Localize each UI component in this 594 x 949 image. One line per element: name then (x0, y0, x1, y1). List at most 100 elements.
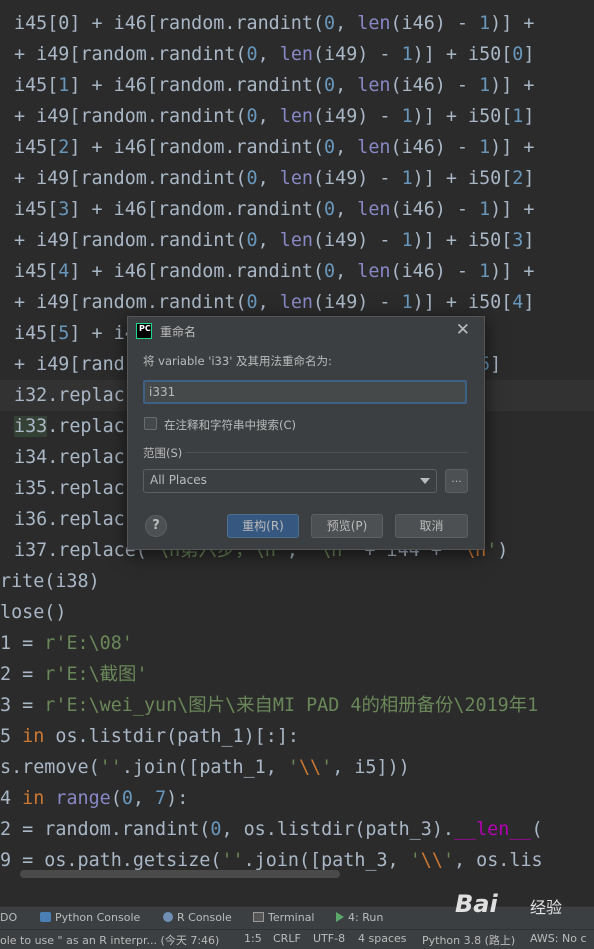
code-token: len (279, 292, 313, 313)
code-token: (i46) - (390, 199, 480, 220)
code-token: random.randint( (157, 199, 325, 220)
code-token: + i49[ (14, 292, 81, 313)
file-encoding[interactable]: UTF-8 (313, 932, 345, 945)
code-token: )] + i50[ (412, 292, 513, 313)
code-line[interactable]: 2 = r'E:\截图' (0, 659, 148, 690)
code-token: 1 (401, 230, 413, 251)
code-token: 0 (512, 44, 524, 65)
code-line[interactable]: i45[3] + i46[random.randint(0, len(i46) … (14, 194, 534, 225)
code-token: '' (221, 850, 244, 871)
code-token: random.randint( (157, 261, 325, 282)
code-token: 3 = (0, 695, 45, 716)
tab-run[interactable]: 4: Run (336, 911, 383, 924)
code-token: .join([path_1, (121, 757, 288, 778)
tool-window-bar: DO Python Console R Console Terminal 4: … (0, 906, 594, 929)
scope-divider (186, 452, 468, 453)
code-line[interactable]: 5 in os.listdir(path_1)[:]: (0, 721, 299, 752)
code-token: random.randint( (157, 13, 325, 34)
code-line[interactable]: + i49[random.randint(0, len(i49) - 1)] +… (14, 287, 534, 318)
code-token: 1 (401, 292, 413, 313)
code-token: 1 (479, 137, 491, 158)
search-comments-checkbox[interactable] (144, 417, 157, 430)
code-line[interactable]: 1 = r'E:\08' (0, 628, 133, 659)
code-token: , (335, 261, 358, 282)
code-token: ] (523, 106, 535, 127)
code-token: '' (99, 757, 122, 778)
code-token: 0 (210, 819, 222, 840)
code-line[interactable]: i45[2] + i46[random.randint(0, len(i46) … (14, 132, 534, 163)
code-token: )] + i50[ (412, 168, 513, 189)
code-token: 0 (324, 13, 336, 34)
code-token: lose() (0, 602, 67, 623)
scope-select[interactable]: All Places (143, 469, 437, 493)
code-line[interactable]: rite(i38) (0, 566, 100, 597)
code-token: len (279, 44, 313, 65)
code-line[interactable]: + i49[random.randint(0, len(i49) - 1)] +… (14, 163, 534, 194)
rename-prompt: 将 variable 'i33' 及其用法重命名为: (143, 354, 332, 368)
help-button[interactable]: ? (145, 515, 167, 537)
cancel-button[interactable]: 取消 (395, 514, 468, 538)
dialog-title-bar[interactable]: PC 重命名 ✕ (128, 317, 484, 345)
line-separator[interactable]: CRLF (273, 932, 301, 945)
code-token: len (279, 106, 313, 127)
code-line[interactable]: s.remove(''.join([path_1, '\\', i5])) (0, 752, 410, 783)
horizontal-scrollbar[interactable] (20, 870, 340, 878)
new-name-input[interactable] (143, 380, 467, 404)
code-token: random.randint( (157, 75, 325, 96)
code-token: , (335, 13, 358, 34)
run-icon (336, 912, 344, 922)
code-token: i33 (14, 416, 48, 437)
preview-button[interactable]: 预览(P) (311, 514, 383, 538)
python-interpreter[interactable]: Python 3.8 (路上) (422, 932, 515, 948)
code-line[interactable]: i45[1] + i46[random.randint(0, len(i46) … (14, 70, 534, 101)
code-line[interactable]: 2 = random.randint(0, os.listdir(path_3)… (0, 814, 543, 845)
tab-r-console[interactable]: R Console (163, 911, 232, 924)
code-line[interactable]: + i49[random.randint(0, len(i49) - 1)] +… (14, 225, 534, 256)
code-line[interactable]: + i49[random.randint(0, len(i49) - 1)] +… (14, 101, 534, 132)
code-token: + i49[ (14, 106, 81, 127)
tab-terminal[interactable]: Terminal (253, 911, 315, 924)
code-token: 2 = random.randint( (0, 819, 211, 840)
code-token: len (279, 230, 313, 251)
status-message[interactable]: ole to use " as an R interpr... (今天 7:46… (0, 932, 219, 948)
tab-python-console[interactable]: Python Console (40, 911, 140, 924)
search-comments-label[interactable]: 在注释和字符串中搜索(C) (164, 417, 296, 433)
tab-todo[interactable]: DO (0, 911, 17, 924)
code-line[interactable]: + i49[random.randint(0, len(i49) - 1)] +… (14, 39, 534, 70)
code-token: 1 = (0, 633, 45, 654)
code-token: ] + i46[ (69, 75, 158, 96)
code-token: len (357, 261, 391, 282)
code-token: os.listdir(path_1)[:]: (44, 726, 299, 747)
code-token: r'E:\wei_yun\图片\来自MI PAD 4的相册备份\2019年1 (44, 695, 539, 716)
code-token: + i49[ (14, 44, 81, 65)
code-token: .join([path_3, (243, 850, 410, 871)
code-line[interactable]: lose() (0, 597, 66, 628)
code-token: random.randint( (80, 168, 247, 189)
aws-status[interactable]: AWS: No c (530, 932, 587, 945)
scope-more-button[interactable]: ... (445, 469, 468, 493)
scope-label: 范围(S) (143, 446, 183, 460)
code-token: 0 (246, 292, 258, 313)
rename-dialog: PC 重命名 ✕ 将 variable 'i33' 及其用法重命名为: 在注释和… (127, 316, 485, 550)
code-line[interactable]: i45[0] + i46[random.randint(0, len(i46) … (14, 8, 546, 39)
code-token: range (55, 788, 111, 809)
code-token: 0 (324, 261, 336, 282)
close-icon[interactable]: ✕ (456, 320, 470, 340)
code-token: len (357, 13, 391, 34)
code-token: i45[ (14, 137, 59, 158)
code-token: __len__ (453, 819, 532, 840)
caret-position[interactable]: 1:5 (244, 932, 262, 945)
code-line[interactable]: 3 = r'E:\wei_yun\图片\来自MI PAD 4的相册备份\2019… (0, 690, 538, 721)
indent-setting[interactable]: 4 spaces (358, 932, 407, 945)
code-token: ] (490, 354, 502, 375)
code-token: ] (523, 168, 535, 189)
code-token: , (257, 168, 280, 189)
refactor-button[interactable]: 重构(R) (227, 514, 299, 538)
code-line[interactable]: 4 in range(0, 7): (0, 783, 188, 814)
code-token: i45[0] + i46[ (14, 13, 158, 34)
code-line[interactable]: i45[4] + i46[random.randint(0, len(i46) … (14, 256, 534, 287)
code-token: len (279, 168, 313, 189)
code-token: 0 (324, 137, 336, 158)
code-token: i35.replac (14, 478, 125, 499)
code-token: ] + i46[ (69, 261, 158, 282)
